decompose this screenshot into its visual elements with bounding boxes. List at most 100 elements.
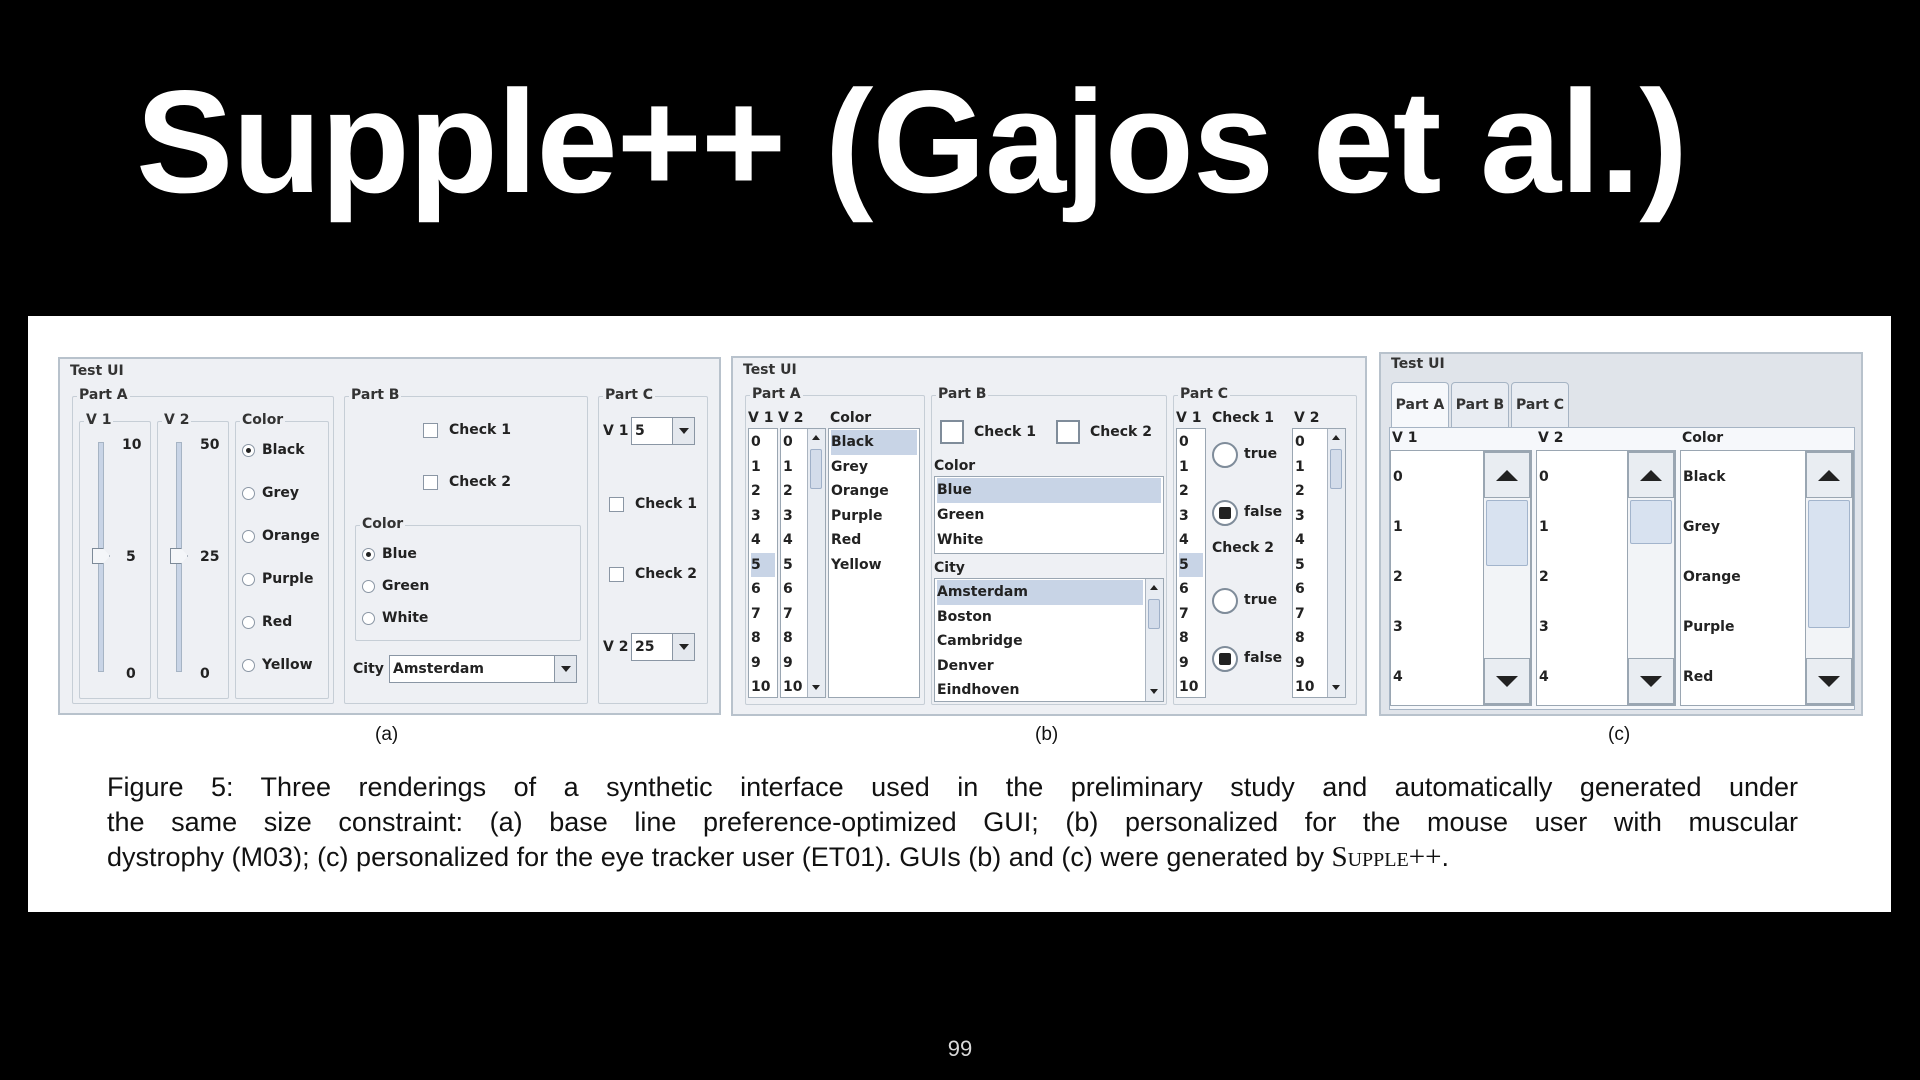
check-2-box[interactable]	[423, 475, 438, 490]
v1-list[interactable]: 01234	[1390, 450, 1532, 706]
list-item[interactable]: Orange	[1683, 552, 1741, 602]
tab-part-a[interactable]: Part A	[1391, 382, 1449, 428]
tab-part-c[interactable]: Part C	[1511, 382, 1569, 428]
list-item[interactable]: 8	[1179, 626, 1203, 651]
list-item[interactable]: 2	[751, 479, 775, 504]
scroll-down-icon[interactable]	[812, 685, 820, 690]
check-1-box[interactable]	[940, 420, 964, 444]
scroll-thumb[interactable]	[810, 449, 822, 489]
scroll-up-button[interactable]	[1484, 452, 1530, 498]
list-item[interactable]: 10	[1295, 675, 1325, 700]
check-2-c-box[interactable]	[609, 567, 624, 582]
v2-scrollbar[interactable]	[1327, 429, 1345, 697]
v1-scrollbar[interactable]	[1483, 451, 1531, 705]
list-item[interactable]: 1	[783, 455, 803, 480]
chevron-down-icon[interactable]	[554, 656, 576, 682]
list-item[interactable]: 4	[783, 528, 803, 553]
list-item[interactable]: 4	[1539, 652, 1549, 702]
chevron-down-icon[interactable]	[672, 418, 694, 444]
check-2-false-radio[interactable]	[1212, 646, 1238, 672]
check-1-true-radio[interactable]	[1212, 442, 1238, 468]
list-item[interactable]: 0	[1539, 452, 1549, 502]
list-item[interactable]: 4	[751, 528, 775, 553]
list-item[interactable]: 0	[1393, 452, 1403, 502]
scroll-thumb[interactable]	[1630, 500, 1672, 544]
radio-grey[interactable]	[242, 487, 255, 500]
list-item[interactable]: 1	[1295, 455, 1325, 480]
list-item[interactable]: 3	[1393, 602, 1403, 652]
list-item[interactable]: White	[937, 528, 1161, 553]
list-item[interactable]: Orange	[831, 479, 917, 504]
v1-list[interactable]: 0 1 2 3 4 5 6 7 8 9 10	[1176, 428, 1206, 698]
list-item[interactable]: 10	[783, 675, 803, 700]
list-item[interactable]: 1	[1393, 502, 1403, 552]
radio-white[interactable]	[362, 612, 375, 625]
v2-scrollbar[interactable]	[807, 429, 825, 697]
radio-orange[interactable]	[242, 530, 255, 543]
check-2-true-radio[interactable]	[1212, 588, 1238, 614]
list-item[interactable]: Blue	[937, 478, 1161, 503]
list-item[interactable]: 9	[1295, 651, 1325, 676]
list-item[interactable]: 2	[1295, 479, 1325, 504]
list-item[interactable]: 6	[1179, 577, 1203, 602]
list-item[interactable]: 8	[751, 626, 775, 651]
list-item[interactable]: Red	[831, 528, 917, 553]
list-item[interactable]: 2	[783, 479, 803, 504]
list-item[interactable]: Black	[1683, 452, 1726, 502]
color-b-list[interactable]: Blue Green White	[934, 476, 1164, 554]
radio-red[interactable]	[242, 616, 255, 629]
list-item[interactable]: 3	[1539, 602, 1549, 652]
list-item[interactable]: 10	[1179, 675, 1203, 700]
list-item[interactable]: Green	[937, 503, 1161, 528]
list-item[interactable]: 5	[1295, 553, 1325, 578]
list-item[interactable]: 5	[751, 552, 775, 577]
color-list[interactable]: Black Grey Orange Purple Red	[1680, 450, 1854, 706]
list-item[interactable]: 8	[1295, 626, 1325, 651]
check-1-box[interactable]	[423, 423, 438, 438]
list-item[interactable]: 6	[1295, 577, 1325, 602]
scroll-up-icon[interactable]	[1150, 585, 1158, 590]
list-item[interactable]: Denver	[937, 654, 1143, 679]
list-item[interactable]: Purple	[831, 504, 917, 529]
list-item[interactable]: 0	[783, 430, 803, 455]
v2-slider-knob[interactable]	[170, 548, 188, 564]
v1-slider-knob[interactable]	[92, 548, 110, 564]
list-item[interactable]: 1	[751, 455, 775, 480]
list-item[interactable]: 4	[1179, 528, 1203, 553]
scroll-down-icon[interactable]	[1150, 689, 1158, 694]
color-scrollbar[interactable]	[1805, 451, 1853, 705]
list-item[interactable]: 9	[1179, 651, 1203, 676]
check-1-c-box[interactable]	[609, 497, 624, 512]
v2-list[interactable]: 01234	[1536, 450, 1676, 706]
v1-list[interactable]: 0 1 2 3 4 5 6 7 8 9 10	[748, 428, 778, 698]
check-2-box[interactable]	[1056, 420, 1080, 444]
list-item[interactable]: 9	[751, 651, 775, 676]
list-item[interactable]: 4	[1295, 528, 1325, 553]
list-item[interactable]: 8	[783, 626, 803, 651]
list-item[interactable]: 5	[783, 553, 803, 578]
list-item[interactable]: Eindhoven	[937, 678, 1143, 703]
list-item[interactable]: Yellow	[831, 553, 917, 578]
list-item[interactable]: 7	[751, 602, 775, 627]
scroll-up-icon[interactable]	[1332, 435, 1340, 440]
scroll-thumb[interactable]	[1808, 500, 1850, 628]
list-item[interactable]: Red	[1683, 652, 1713, 702]
scroll-thumb[interactable]	[1486, 500, 1528, 566]
scroll-down-button[interactable]	[1628, 658, 1674, 704]
list-item[interactable]: Grey	[831, 455, 917, 480]
v1-combo[interactable]: 5	[631, 417, 695, 445]
list-item[interactable]: 3	[1179, 504, 1203, 529]
scroll-down-button[interactable]	[1806, 658, 1852, 704]
list-item[interactable]: 7	[1295, 602, 1325, 627]
list-item[interactable]: Purple	[1683, 602, 1734, 652]
list-item[interactable]: 3	[783, 504, 803, 529]
scroll-up-button[interactable]	[1806, 452, 1852, 498]
list-item[interactable]: 6	[751, 577, 775, 602]
city-combo[interactable]: Amsterdam	[389, 655, 577, 683]
list-item[interactable]: 2	[1393, 552, 1403, 602]
list-item[interactable]: 3	[1295, 504, 1325, 529]
radio-purple[interactable]	[242, 573, 255, 586]
list-item[interactable]: 3	[751, 504, 775, 529]
list-item[interactable]: Grey	[1683, 502, 1720, 552]
scroll-up-button[interactable]	[1628, 452, 1674, 498]
